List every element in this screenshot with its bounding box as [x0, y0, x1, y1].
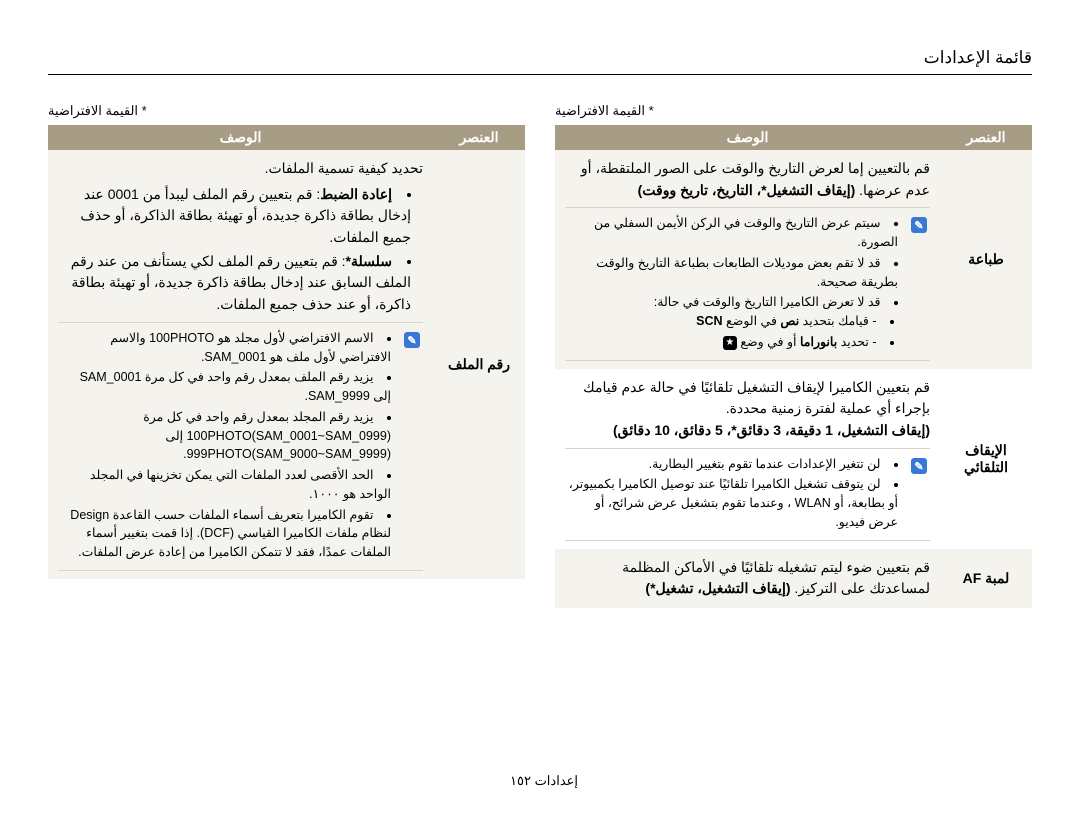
- opt-series: سلسلة*: قم بتعيين رقم الملف لكي يستأنف م…: [58, 251, 411, 316]
- th-desc: الوصف: [48, 125, 433, 150]
- star-icon: ★: [723, 336, 737, 350]
- tip-block: ✎ الاسم الافتراضي لأول مجلد هو 100PHOTO …: [58, 322, 423, 571]
- dash-item: قيامك بتحديد نص في الوضع SCN: [567, 312, 894, 331]
- page-rule: [48, 74, 1032, 75]
- tip-block: ✎ سيتم عرض التاريخ والوقت في الركن الأيم…: [565, 207, 930, 360]
- right-table: العنصر الوصف رقم الملف تحديد كيفية تسمية…: [48, 125, 525, 579]
- table-row: طباعة قم بالتعيين إما لعرض التاريخ والوق…: [555, 150, 1032, 369]
- svg-text:✎: ✎: [407, 335, 416, 347]
- th-item: العنصر: [433, 125, 525, 150]
- intro: تحديد كيفية تسمية الملفات.: [58, 158, 423, 180]
- tip-item: لن تتغير الإعدادات عندما تقوم بتغيير الب…: [567, 455, 898, 474]
- page-number: ١٥٢: [510, 773, 531, 788]
- svg-text:✎: ✎: [914, 461, 923, 473]
- desc-auto-off: قم بتعيين الكاميرا لإيقاف التشغيل تلقائي…: [555, 369, 940, 549]
- table-row: الإيقاف التلقائي قم بتعيين الكاميرا لإيق…: [555, 369, 1032, 549]
- info-icon: ✎: [403, 331, 421, 355]
- opt-reset: إعادة الضبط: قم بتعيين رقم الملف ليبدأ م…: [58, 184, 411, 249]
- item-print: طباعة: [940, 150, 1032, 369]
- tip-item: قد لا تقم بعض موديلات الطابعات بطباعة ال…: [567, 254, 898, 292]
- table-row: رقم الملف تحديد كيفية تسمية الملفات. إعا…: [48, 150, 525, 579]
- tip-item: تقوم الكاميرا بتعريف أسماء الملفات حسب ا…: [60, 506, 391, 562]
- item-af-lamp: لمبة AF: [940, 549, 1032, 608]
- dash-item: تحديد بانوراما أو في وضع ★: [567, 333, 894, 352]
- left-table: العنصر الوصف طباعة قم بالتعيين إما لعرض …: [555, 125, 1032, 608]
- desc-file-number: تحديد كيفية تسمية الملفات. إعادة الضبط: …: [48, 150, 433, 579]
- tip-item: الاسم الافتراضي لأول مجلد هو 100PHOTO وا…: [60, 329, 391, 367]
- page-title: قائمة الإعدادات: [48, 48, 1032, 74]
- item-auto-off: الإيقاف التلقائي: [940, 369, 1032, 549]
- tip-item: قد لا تعرض الكاميرا التاريخ والوقت في حا…: [567, 293, 898, 351]
- th-desc: الوصف: [555, 125, 940, 150]
- footer-label: إعدادات: [535, 773, 578, 788]
- left-column: * القيمة الافتراضية العنصر الوصف طباعة: [555, 103, 1032, 608]
- default-note: * القيمة الافتراضية: [48, 103, 525, 119]
- page-footer: إعدادات ١٥٢: [0, 773, 1080, 789]
- svg-text:✎: ✎: [914, 220, 923, 232]
- tip-item: يزيد رقم الملف بمعدل رقم واحد في كل مرة …: [60, 368, 391, 406]
- default-note: * القيمة الافتراضية: [555, 103, 1032, 119]
- page: قائمة الإعدادات * القيمة الافتراضية العن…: [0, 0, 1080, 815]
- desc-af-lamp: قم بتعيين ضوء ليتم تشغيله تلقائيًا في ال…: [555, 549, 940, 608]
- tip-item: سيتم عرض التاريخ والوقت في الركن الأيمن …: [567, 214, 898, 252]
- table-row: لمبة AF قم بتعيين ضوء ليتم تشغيله تلقائي…: [555, 549, 1032, 608]
- info-icon: ✎: [910, 457, 928, 481]
- right-column: * القيمة الافتراضية العنصر الوصف رقم الم…: [48, 103, 525, 608]
- th-item: العنصر: [940, 125, 1032, 150]
- desc-print: قم بالتعيين إما لعرض التاريخ والوقت على …: [555, 150, 940, 369]
- tip-block: ✎ لن تتغير الإعدادات عندما تقوم بتغيير ا…: [565, 448, 930, 541]
- tip-item: الحد الأقصى لعدد الملفات التي يمكن تخزين…: [60, 466, 391, 504]
- tip-item: يزيد رقم المجلد بمعدل رقم واحد في كل مرة…: [60, 408, 391, 464]
- info-icon: ✎: [910, 216, 928, 240]
- item-file-number: رقم الملف: [433, 150, 525, 579]
- tip-item: لن يتوقف تشغيل الكاميرا تلقائيًا عند توص…: [567, 475, 898, 531]
- columns: * القيمة الافتراضية العنصر الوصف رقم الم…: [48, 103, 1032, 608]
